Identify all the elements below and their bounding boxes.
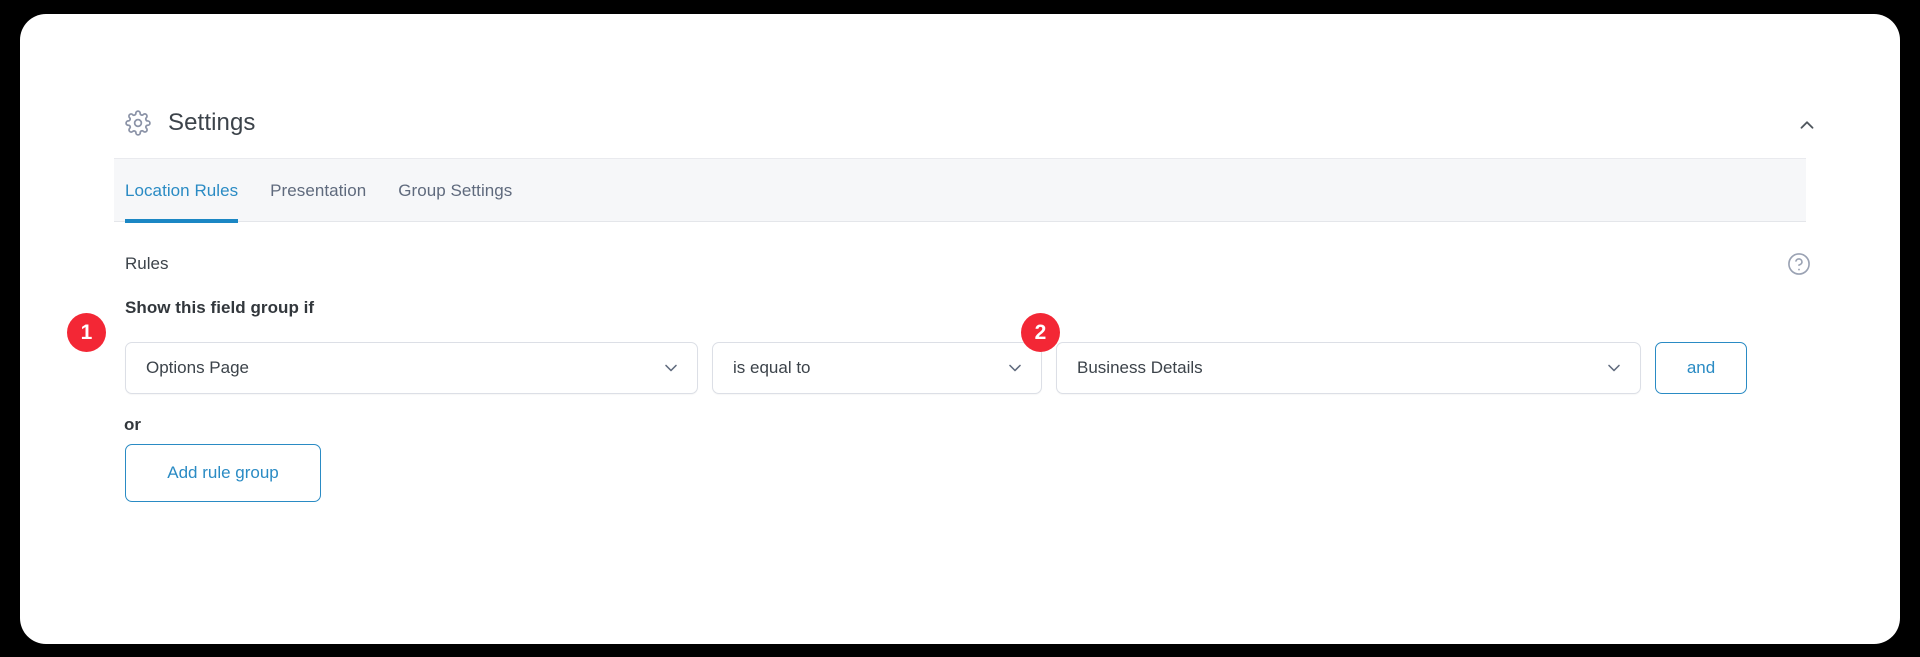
- rule-param-select[interactable]: Options Page: [125, 342, 698, 394]
- page-title: Settings: [168, 109, 256, 136]
- add-rule-group-label: Add rule group: [167, 463, 279, 482]
- rules-section-label: Rules: [125, 254, 169, 273]
- rule-operator-select[interactable]: is equal to: [712, 342, 1042, 394]
- question-mark-circle-icon[interactable]: [1786, 251, 1812, 277]
- settings-tabbar: Location Rules Presentation Group Settin…: [114, 158, 1806, 223]
- add-and-rule-button[interactable]: and: [1655, 342, 1747, 394]
- and-button-label: and: [1686, 358, 1716, 377]
- chevron-down-icon: [661, 358, 681, 378]
- gear-icon: [125, 110, 151, 136]
- rule-param-value: Options Page: [146, 358, 250, 377]
- condition-label: Show this field group if: [125, 298, 315, 317]
- annotation-badge-1: 1: [67, 313, 106, 352]
- screenshot-root: Settings Location Rules Presentation Gro…: [0, 0, 1920, 657]
- rule-value-value: Business Details: [1077, 358, 1203, 377]
- tab-location-rules[interactable]: Location Rules: [125, 159, 254, 223]
- chevron-down-icon: [1604, 358, 1624, 378]
- panel-header-left: Settings: [125, 109, 256, 137]
- tab-location-rules-label: Location Rules: [125, 181, 239, 200]
- chevron-down-icon: [1005, 358, 1025, 378]
- settings-panel: Settings Location Rules Presentation Gro…: [20, 14, 1900, 644]
- rule-value-select[interactable]: Business Details: [1056, 342, 1641, 394]
- annotation-badge-2: 2: [1021, 313, 1060, 352]
- tab-group-settings[interactable]: Group Settings: [382, 159, 528, 223]
- tab-presentation-label: Presentation: [270, 181, 367, 200]
- tab-presentation[interactable]: Presentation: [254, 159, 382, 223]
- collapse-panel-button[interactable]: [1792, 110, 1822, 140]
- annotation-badge-2-number: 2: [1034, 321, 1047, 344]
- rule-row: Options Page is equal to Business Detail…: [125, 342, 1747, 394]
- or-label: or: [124, 415, 141, 434]
- tab-group-settings-label: Group Settings: [398, 181, 513, 200]
- annotation-badge-1-number: 1: [80, 321, 93, 344]
- add-rule-group-button[interactable]: Add rule group: [125, 444, 321, 502]
- chevron-up-icon: [1796, 114, 1818, 136]
- rule-operator-value: is equal to: [733, 358, 811, 377]
